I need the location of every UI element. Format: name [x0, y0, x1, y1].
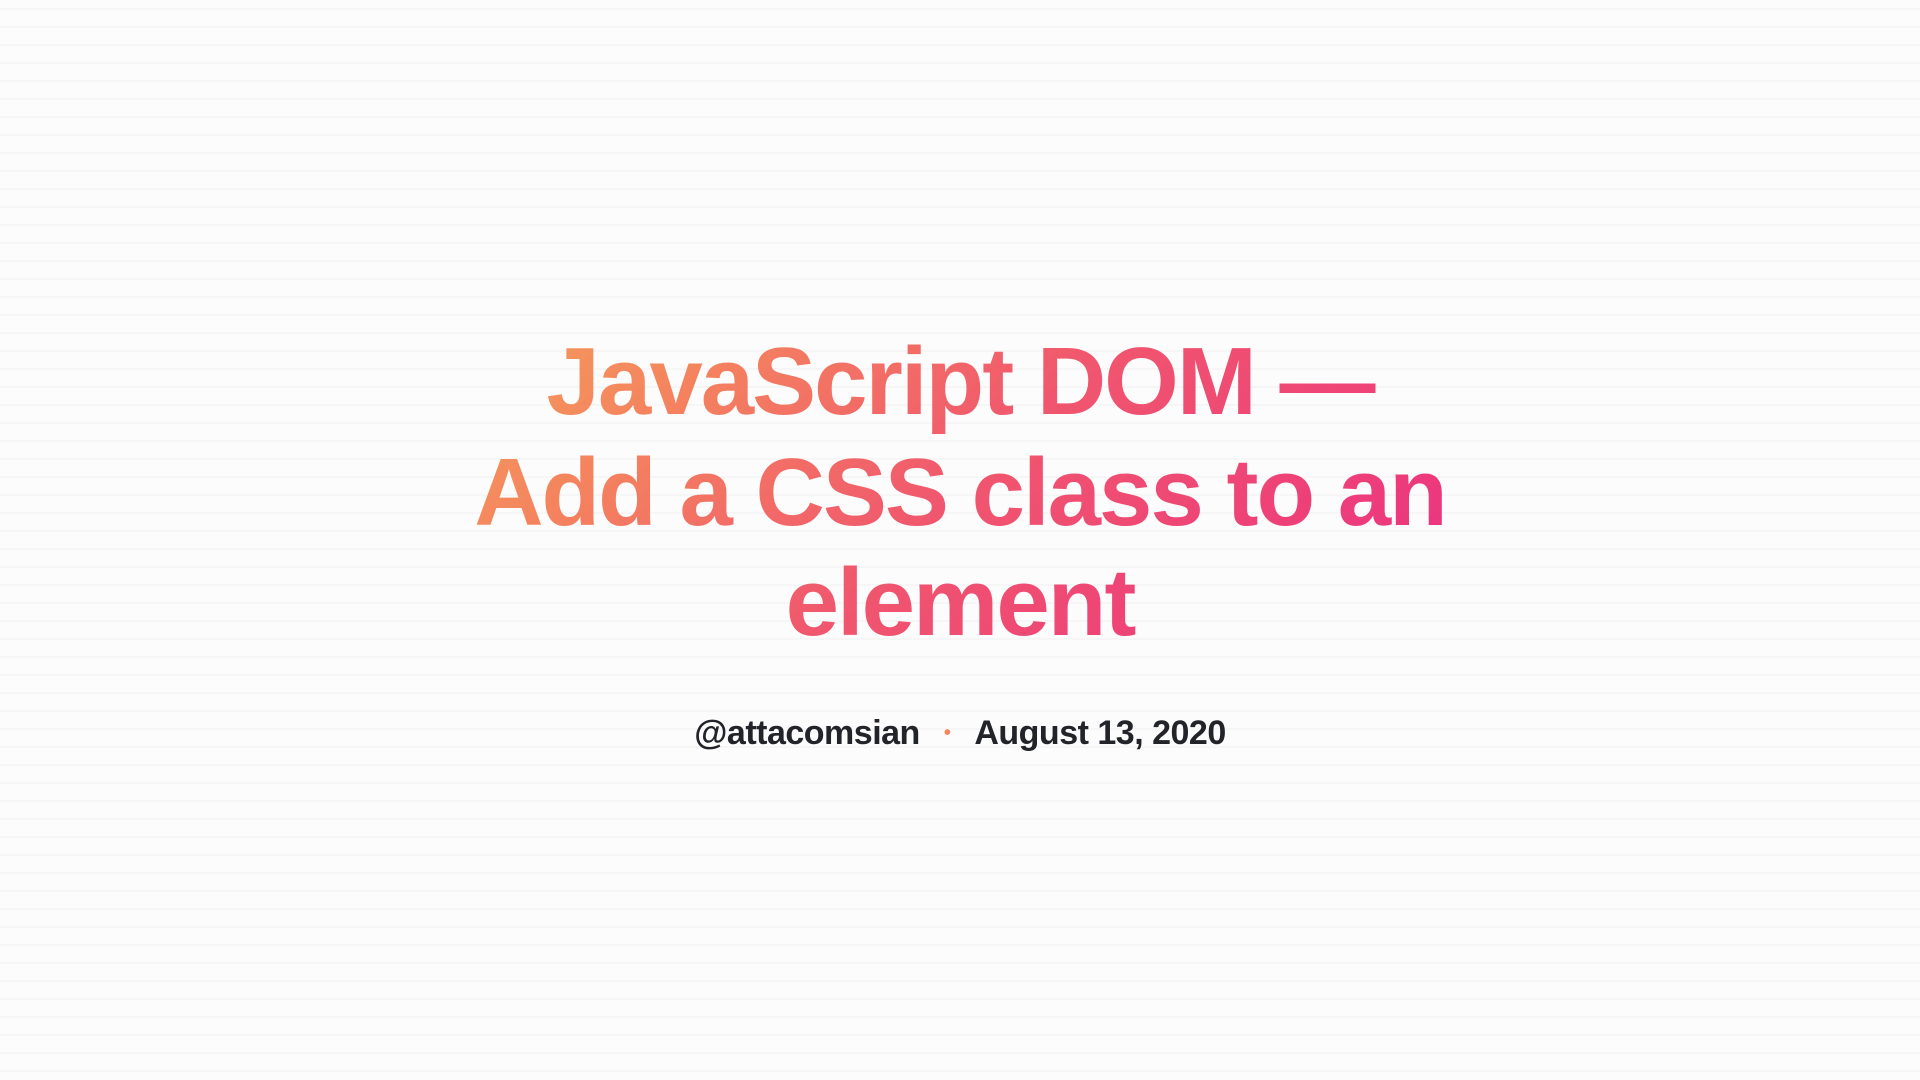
article-title: JavaScript DOM — Add a CSS class to an e… — [450, 327, 1470, 658]
author-handle: @attacomsian — [694, 714, 920, 753]
meta-separator: • — [944, 723, 951, 743]
article-meta: @attacomsian • August 13, 2020 — [450, 714, 1470, 753]
article-card: JavaScript DOM — Add a CSS class to an e… — [410, 327, 1510, 752]
article-date: August 13, 2020 — [974, 714, 1225, 753]
